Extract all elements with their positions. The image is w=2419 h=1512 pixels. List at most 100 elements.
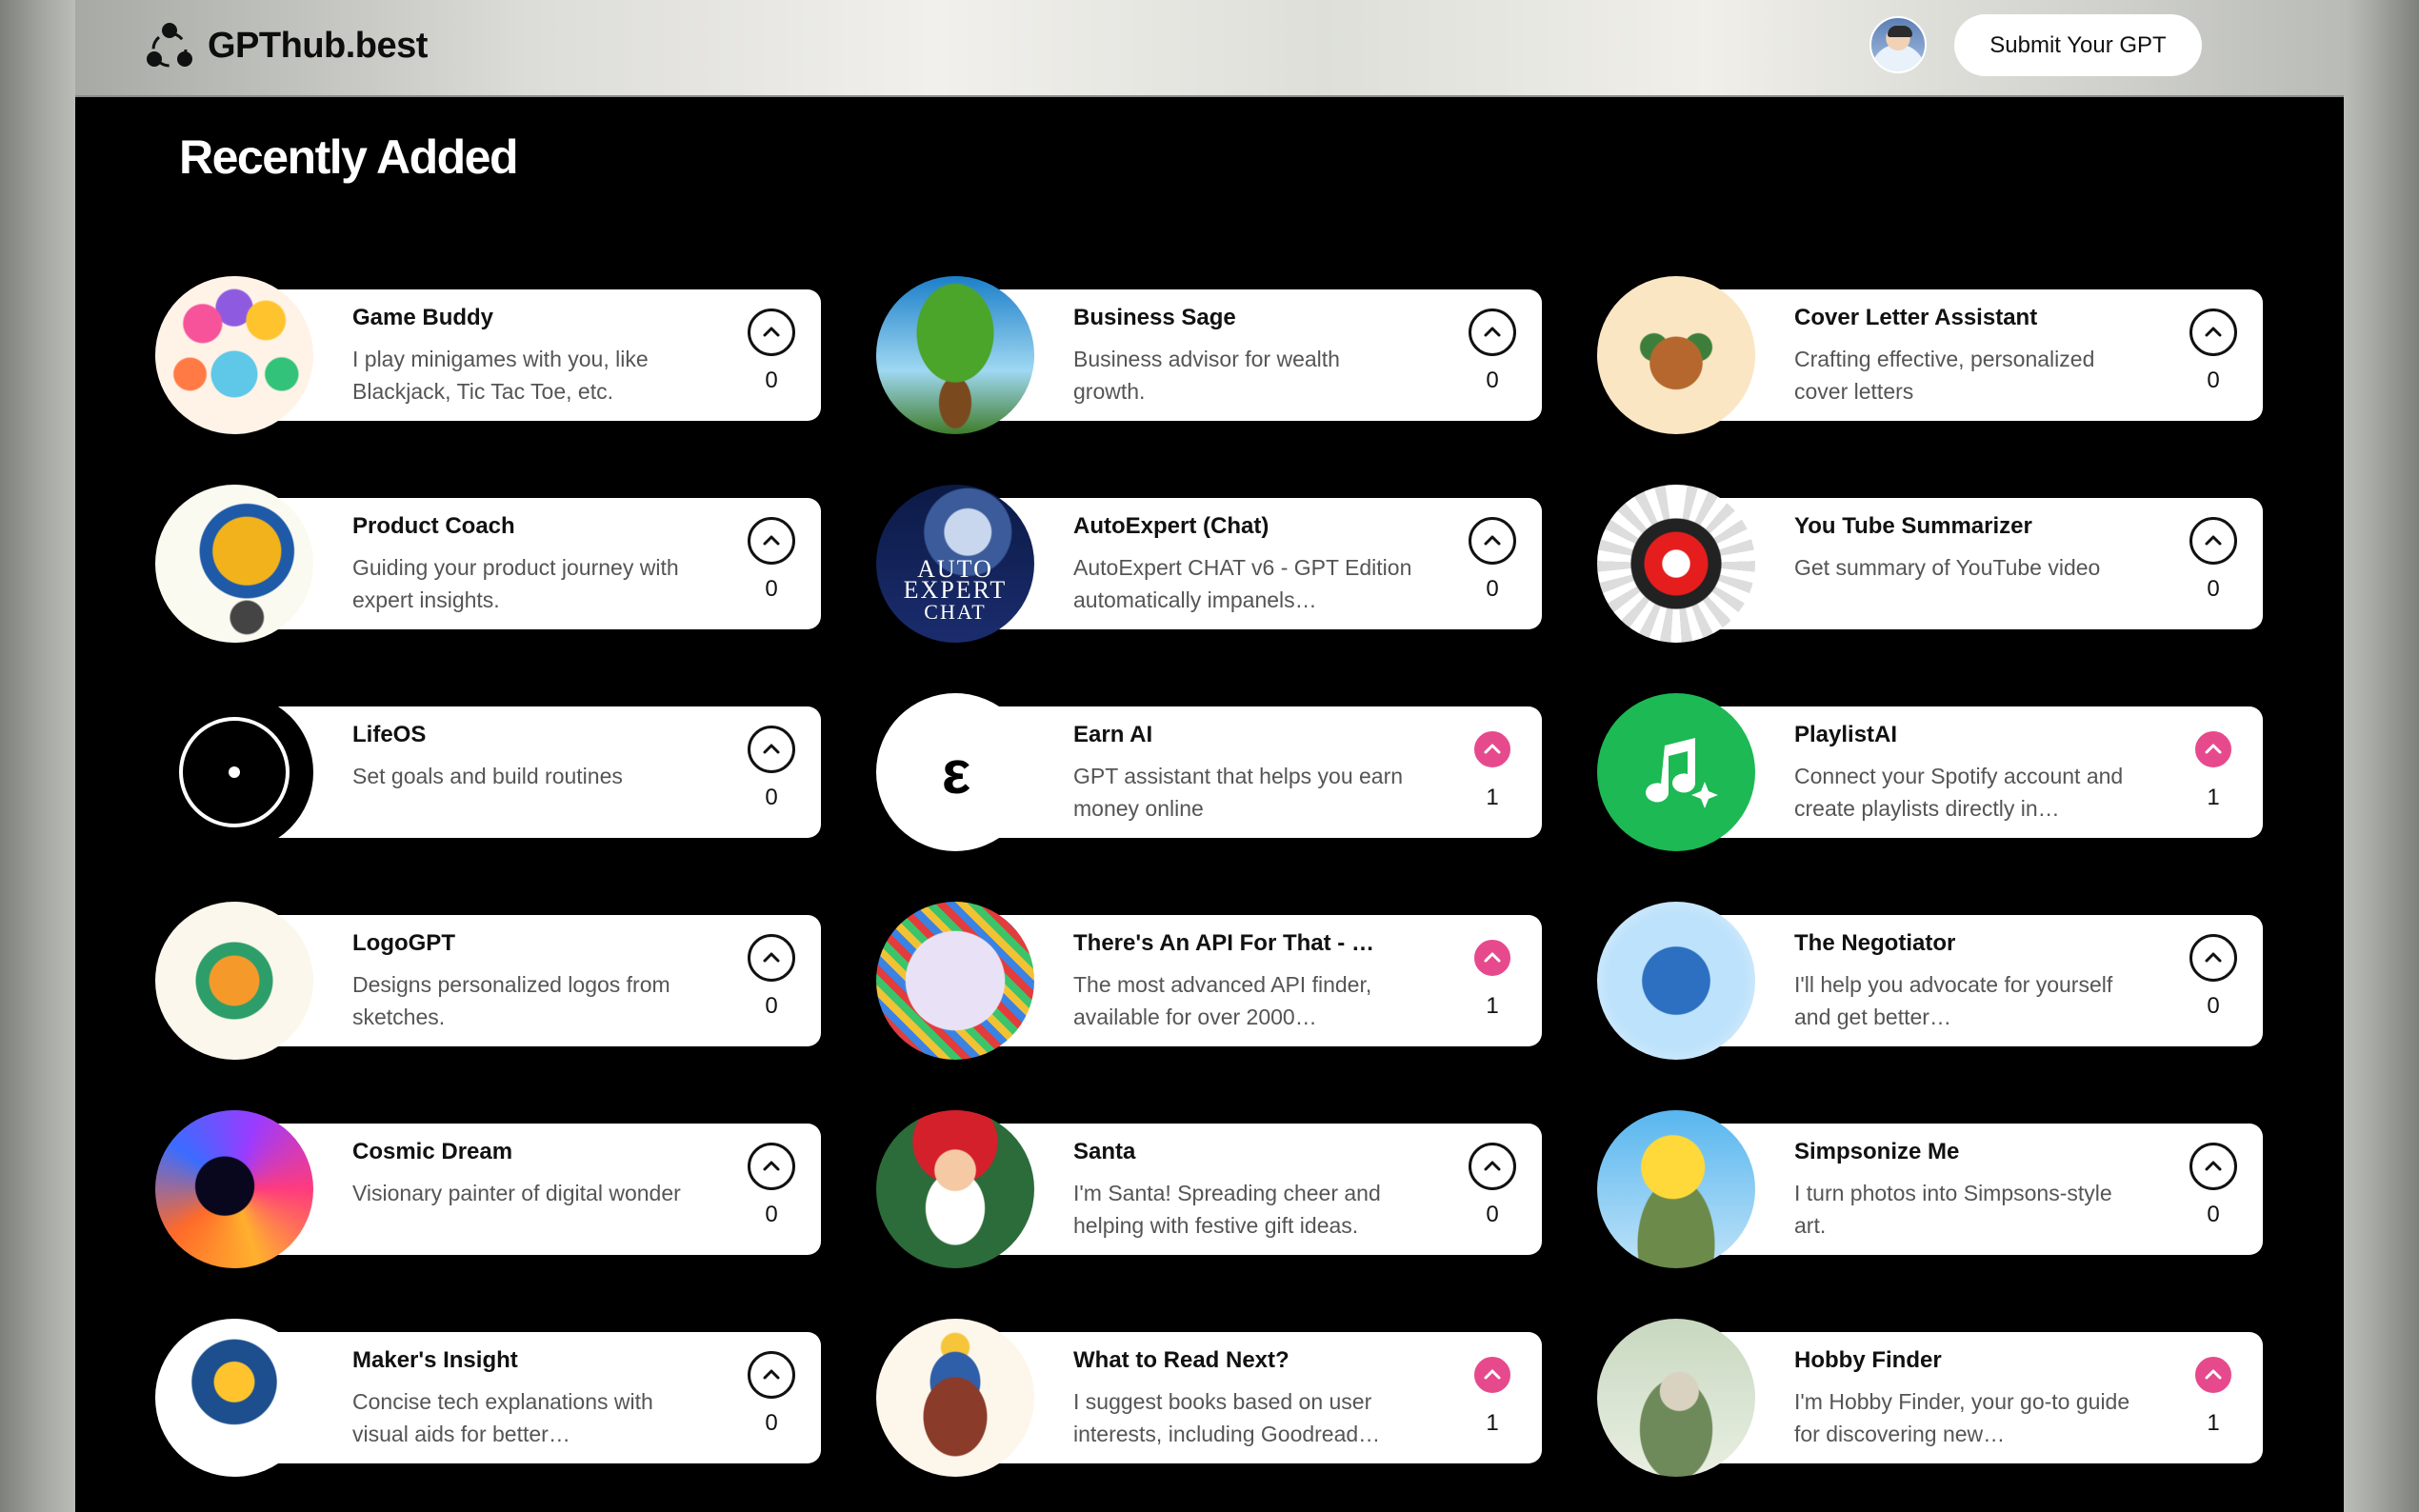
card-title[interactable]: What to Read Next?: [1073, 1347, 1378, 1374]
upvote-button[interactable]: [748, 1143, 795, 1190]
submit-gpt-button[interactable]: Submit Your GPT: [1954, 14, 2202, 76]
vote-count: 0: [2207, 368, 2220, 393]
upvote-button[interactable]: [1469, 517, 1516, 565]
card-description: Get summary of YouTube video: [1794, 555, 2101, 580]
card-description: I turn photos into Simpsons-style art.: [1794, 1181, 2112, 1238]
earn-ai-logo-thumbnail: ε: [876, 693, 1034, 851]
card-title[interactable]: AutoExpert (Chat): [1073, 513, 1378, 540]
card-title[interactable]: You Tube Summarizer: [1794, 513, 2099, 540]
chevron-up-icon: [2205, 327, 2222, 337]
gpt-card[interactable]: LifeOS Set goals and build routines 0: [155, 693, 821, 851]
card-description: I play minigames with you, like Blackjac…: [352, 347, 649, 404]
card-description: Guiding your product journey with expert…: [352, 555, 679, 612]
card-title[interactable]: Business Sage: [1073, 305, 1378, 331]
gpt-card[interactable]: What to Read Next? I suggest books based …: [876, 1319, 1542, 1477]
card-description: GPT assistant that helps you earn money …: [1073, 764, 1404, 821]
user-avatar[interactable]: [1869, 16, 1927, 73]
gpt-card[interactable]: PlaylistAI Connect your Spotify account a…: [1597, 693, 2263, 851]
brand-name: GPThub.best: [208, 25, 428, 66]
upvote-button[interactable]: [1469, 1143, 1516, 1190]
chevron-up-icon: [2205, 952, 2222, 963]
card-description: The most advanced API finder, available …: [1073, 972, 1372, 1029]
chevron-up-icon: [1484, 1161, 1501, 1171]
upvote-button[interactable]: [748, 934, 795, 982]
vote-count: 0: [765, 993, 778, 1019]
gpt-card[interactable]: Simpsonize Me I turn photos into Simpsons…: [1597, 1110, 2263, 1268]
upvote-button[interactable]: [2189, 934, 2237, 982]
pencil-logo-thumbnail: [155, 902, 313, 1060]
circuit-bulb-thumbnail: [155, 1319, 313, 1477]
upvote-button[interactable]: [2189, 517, 2237, 565]
upvote-button[interactable]: [1469, 308, 1516, 356]
upvote-button[interactable]: [1474, 940, 1510, 976]
gpt-card[interactable]: Maker's Insight Concise tech explanations…: [155, 1319, 821, 1477]
card-description: Visionary painter of digital wonder: [352, 1181, 681, 1205]
vote-count: 0: [1486, 368, 1499, 393]
card-title[interactable]: PlaylistAI: [1794, 722, 2099, 748]
vote-count: 0: [1486, 576, 1499, 602]
vote-count: 1: [1486, 1410, 1499, 1436]
card-title[interactable]: Simpsonize Me: [1794, 1139, 2099, 1165]
briefcase-email-thumbnail: [1597, 276, 1755, 434]
chevron-up-icon: [2205, 744, 2222, 754]
card-title[interactable]: Cover Letter Assistant: [1794, 305, 2099, 331]
card-title[interactable]: The Negotiator: [1794, 930, 2099, 957]
vote-count: 0: [2207, 1202, 2220, 1227]
card-description: I'll help you advocate for yourself and …: [1794, 972, 2113, 1029]
chevron-up-icon: [1484, 327, 1501, 337]
santa-thumbnail: [876, 1110, 1034, 1268]
card-description: I suggest books based on user interests,…: [1073, 1389, 1381, 1446]
card-title[interactable]: LogoGPT: [352, 930, 657, 957]
money-tree-thumbnail: [876, 276, 1034, 434]
upvote-button[interactable]: [2189, 1143, 2237, 1190]
gpt-card[interactable]: AUTO EXPERT CHAT AutoExpert (Chat) AutoExper…: [876, 485, 1542, 643]
card-title[interactable]: Cosmic Dream: [352, 1139, 657, 1165]
upvote-button[interactable]: [748, 726, 795, 773]
vote-count: 0: [765, 1202, 778, 1227]
gpt-card[interactable]: Cover Letter Assistant Crafting effective…: [1597, 276, 2263, 434]
chevron-up-icon: [763, 535, 780, 546]
robot-cards-thumbnail: [155, 276, 313, 434]
youtube-doodle-thumbnail: [1597, 485, 1755, 643]
upvote-button[interactable]: [748, 517, 795, 565]
card-title[interactable]: Hobby Finder: [1794, 1347, 2099, 1374]
upvote-button[interactable]: [1474, 731, 1510, 767]
gpt-card[interactable]: Game Buddy I play minigames with you, lik…: [155, 276, 821, 434]
book-stack-thumbnail: [876, 1319, 1034, 1477]
card-title[interactable]: Game Buddy: [352, 305, 657, 331]
chevron-up-icon: [763, 327, 780, 337]
gpt-card[interactable]: Product Coach Guiding your product journe…: [155, 485, 821, 643]
upvote-button[interactable]: [1474, 1357, 1510, 1393]
chevron-up-icon: [763, 1369, 780, 1380]
card-title[interactable]: LifeOS: [352, 722, 657, 748]
upvote-button[interactable]: [748, 308, 795, 356]
chevron-up-icon: [1484, 952, 1501, 963]
vote-count: 1: [1486, 993, 1499, 1019]
card-title[interactable]: Earn AI: [1073, 722, 1378, 748]
card-title[interactable]: Product Coach: [352, 513, 657, 540]
gpt-card[interactable]: Business Sage Business advisor for wealth…: [876, 276, 1542, 434]
autoexpert-chat-thumbnail: AUTO EXPERT CHAT: [876, 485, 1034, 643]
page-frame: GPThub.best Submit Your GPT Recently Add…: [75, 0, 2344, 1512]
vote-count: 0: [765, 368, 778, 393]
three-dots-logo-icon: [145, 21, 194, 70]
gpt-card[interactable]: ε Earn AI GPT assistant that helps you ear…: [876, 693, 1542, 851]
chevron-up-icon: [763, 952, 780, 963]
card-title[interactable]: Santa: [1073, 1139, 1378, 1165]
card-title[interactable]: There's An API For That - The…: [1073, 930, 1378, 957]
upvote-button[interactable]: [2195, 1357, 2231, 1393]
gpt-card[interactable]: Cosmic Dream Visionary painter of digital…: [155, 1110, 821, 1268]
gpt-card[interactable]: There's An API For That - The… The most a…: [876, 902, 1542, 1060]
gpt-card[interactable]: Santa I'm Santa! Spreading cheer and help…: [876, 1110, 1542, 1268]
gpt-card[interactable]: LogoGPT Designs personalized logos from s…: [155, 902, 821, 1060]
top-navbar: GPThub.best Submit Your GPT: [75, 0, 2344, 97]
upvote-button[interactable]: [2195, 731, 2231, 767]
gpt-card[interactable]: The Negotiator I'll help you advocate for…: [1597, 902, 2263, 1060]
card-title[interactable]: Maker's Insight: [352, 1347, 657, 1374]
card-description: Designs personalized logos from sketches…: [352, 972, 670, 1029]
upvote-button[interactable]: [748, 1351, 795, 1399]
upvote-button[interactable]: [2189, 308, 2237, 356]
brand-link[interactable]: GPThub.best: [145, 21, 428, 70]
gpt-card[interactable]: You Tube Summarizer Get summary of YouTub…: [1597, 485, 2263, 643]
gpt-card[interactable]: Hobby Finder I'm Hobby Finder, your go-to…: [1597, 1319, 2263, 1477]
